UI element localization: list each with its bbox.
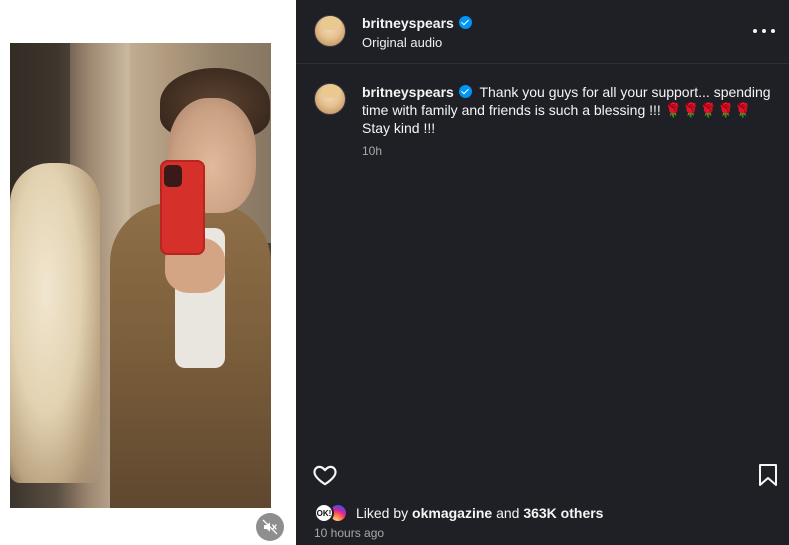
more-options-icon	[771, 29, 775, 33]
likes-prefix: Liked by	[356, 505, 409, 521]
liker-username[interactable]: okmagazine	[412, 505, 492, 521]
caption-line-1: Thank you guys for all your support... s…	[479, 84, 771, 100]
caption-line-2: time with family and friends is such a b…	[362, 102, 752, 118]
like-button[interactable]	[312, 462, 338, 488]
caption-line-3: Stay kind !!!	[362, 120, 436, 136]
mute-toggle-button[interactable]	[256, 513, 284, 541]
more-options-icon	[753, 29, 757, 33]
liker-avatar-okmagazine[interactable]: OK!	[314, 503, 334, 523]
post-header: britneyspears Original audio	[296, 0, 789, 64]
post-details-panel: britneyspears Original audio britneyspea…	[296, 0, 789, 545]
likes-text: Liked by okmagazine and 363K others	[356, 505, 603, 521]
audio-link[interactable]: Original audio	[362, 35, 442, 50]
caption-text: britneyspears Thank you guys for all you…	[362, 83, 772, 137]
verified-badge-icon	[458, 16, 472, 29]
more-options-icon	[762, 29, 766, 33]
author-avatar[interactable]	[314, 15, 346, 47]
video-blurred-person	[10, 163, 100, 483]
author-username-text[interactable]: britneyspears	[362, 15, 454, 31]
post-timestamp[interactable]: 10 hours ago	[314, 526, 384, 540]
likes-conjunction: and	[496, 505, 520, 521]
caption-author-username[interactable]: britneyspears	[362, 84, 472, 100]
caption-age[interactable]: 10h	[362, 144, 382, 158]
likes-summary[interactable]: OK! Liked by okmagazine and 363K others	[314, 502, 603, 524]
video-phone-camera	[164, 165, 182, 187]
heart-icon	[313, 465, 337, 486]
save-button[interactable]	[757, 463, 779, 487]
media-panel	[0, 0, 296, 545]
bookmark-icon	[759, 464, 777, 486]
post-actions-bar	[296, 458, 789, 494]
reel-video[interactable]	[10, 43, 271, 508]
more-options-button[interactable]	[753, 22, 775, 40]
likes-others-count[interactable]: 363K others	[523, 505, 603, 521]
caption-author-username-text[interactable]: britneyspears	[362, 84, 454, 100]
author-username[interactable]: britneyspears	[362, 15, 472, 31]
verified-badge-icon	[458, 85, 472, 98]
caption-author-avatar[interactable]	[314, 83, 346, 115]
speaker-muted-icon	[262, 519, 278, 535]
